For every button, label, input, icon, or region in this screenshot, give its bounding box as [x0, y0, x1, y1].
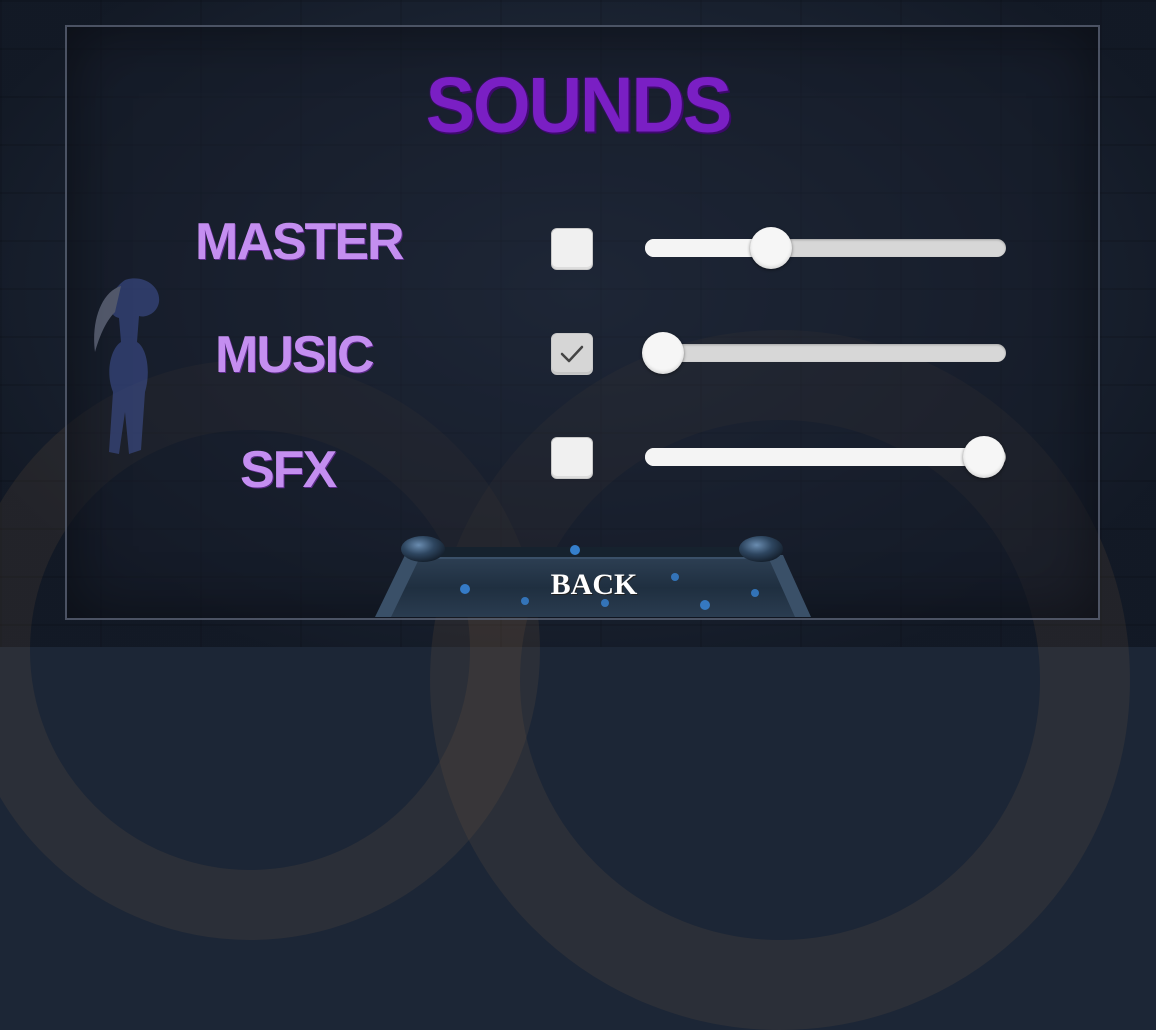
- checkmark-icon: [560, 345, 584, 363]
- master-mute-checkbox[interactable]: [551, 228, 593, 270]
- back-button-label: BACK: [550, 568, 638, 601]
- music-mute-checkbox[interactable]: [551, 333, 593, 375]
- sfx-label: SFX: [240, 441, 337, 499]
- sfx-mute-checkbox[interactable]: [551, 437, 593, 479]
- master-label: MASTER: [195, 213, 405, 271]
- back-button[interactable]: BACK: [375, 533, 813, 617]
- slider-fill: [645, 448, 985, 466]
- page-title: SOUNDS: [425, 60, 733, 149]
- music-volume-slider[interactable]: [642, 332, 1006, 374]
- master-volume-slider[interactable]: [645, 227, 1006, 269]
- music-label: MUSIC: [215, 326, 375, 384]
- sfx-volume-slider[interactable]: [645, 436, 1006, 478]
- character-silhouette: [94, 278, 160, 454]
- slider-thumb[interactable]: [642, 332, 685, 374]
